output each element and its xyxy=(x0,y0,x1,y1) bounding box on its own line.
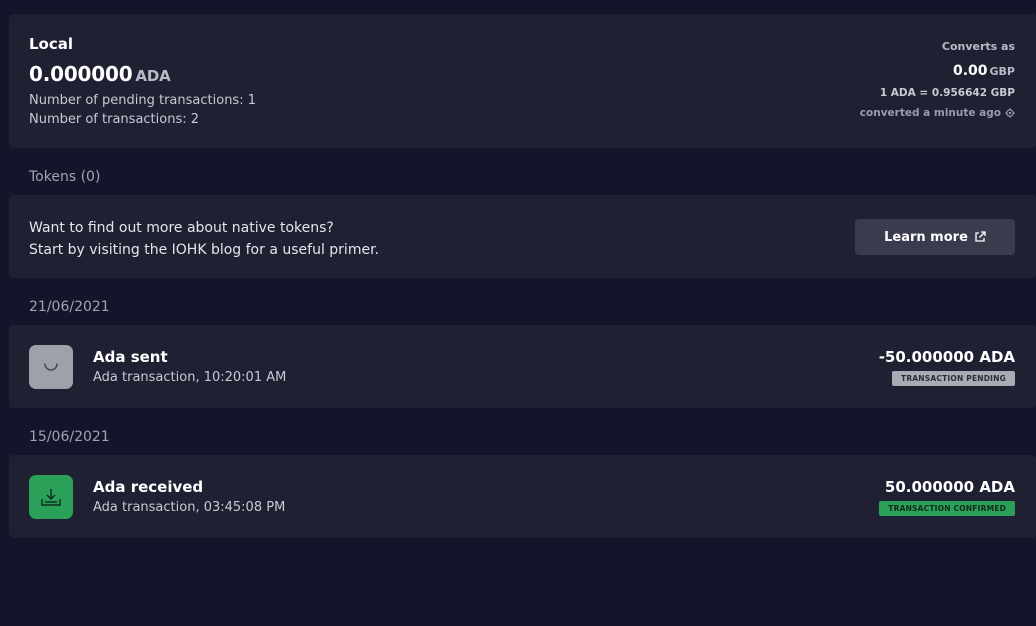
transaction-amount: 50.000000 ADA xyxy=(884,478,1015,496)
converts-as-label: Converts as xyxy=(941,40,1015,53)
wallet-summary-card: Local 0.000000 ADA Number of pending tran… xyxy=(9,14,1036,148)
transaction-title: Ada sent xyxy=(93,348,168,366)
external-link-icon xyxy=(974,231,986,243)
tokens-info: Want to find out more about native token… xyxy=(29,217,379,261)
converted-unit: GBP xyxy=(989,65,1015,78)
transaction-row[interactable]: Ada sent Ada transaction, 10:20:01 AM -5… xyxy=(9,325,1036,408)
transactions-count: Number of transactions: 2 xyxy=(29,112,200,127)
conversion-rate: 1 ADA = 0.956642 GBP xyxy=(879,87,1015,99)
balance-unit: ADA xyxy=(135,67,171,85)
transaction-amount: -50.000000 ADA xyxy=(878,348,1015,366)
transaction-date: 21/06/2021 xyxy=(29,299,110,315)
converted-amount: 0.00 xyxy=(952,63,988,79)
balance-amount: 0.000000 xyxy=(29,62,133,86)
conversion-time: converted a minute ago xyxy=(860,107,1015,119)
converted-value: 0.00 GBP xyxy=(953,63,1015,79)
tokens-info-line2: Start by visiting the IOHK blog for a us… xyxy=(29,242,379,258)
transaction-title: Ada received xyxy=(93,478,204,496)
conversion-time-label: converted a minute ago xyxy=(859,107,1001,119)
status-badge: TRANSACTION PENDING xyxy=(892,371,1015,386)
transaction-subtitle: Ada transaction, 10:20:01 AM xyxy=(93,370,287,385)
pending-transactions-count: Number of pending transactions: 1 xyxy=(29,93,256,108)
transaction-date: 15/06/2021 xyxy=(29,429,110,445)
pending-spinner-icon xyxy=(29,345,73,389)
tokens-section-label: Tokens (0) xyxy=(29,169,101,185)
gear-icon[interactable] xyxy=(1005,108,1015,118)
wallet-name: Local xyxy=(29,35,74,53)
download-icon xyxy=(29,475,73,519)
transaction-subtitle: Ada transaction, 03:45:08 PM xyxy=(93,500,286,515)
transaction-row[interactable]: Ada received Ada transaction, 03:45:08 P… xyxy=(9,455,1036,538)
wallet-balance: 0.000000 ADA xyxy=(29,62,171,86)
tokens-info-line1: Want to find out more about native token… xyxy=(29,220,334,236)
tokens-card: Want to find out more about native token… xyxy=(9,195,1036,278)
status-badge: TRANSACTION CONFIRMED xyxy=(879,501,1015,516)
learn-more-label: Learn more xyxy=(884,229,968,245)
learn-more-button[interactable]: Learn more xyxy=(855,219,1015,255)
